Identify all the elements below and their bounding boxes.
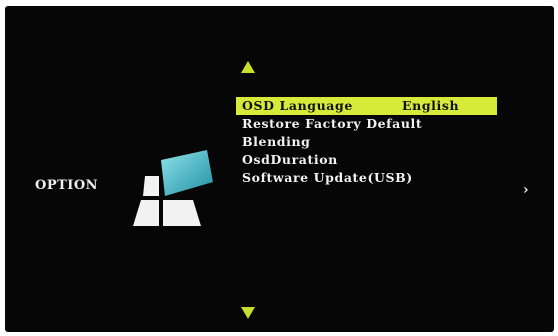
- triangle-down-icon[interactable]: [240, 306, 256, 320]
- options-menu: OSD Language English Restore Factory Def…: [236, 97, 497, 187]
- menu-item-restore-factory-default[interactable]: Restore Factory Default: [236, 115, 497, 133]
- menu-item-label: Software Update(USB): [242, 170, 413, 185]
- menu-item-blending[interactable]: Blending: [236, 133, 497, 151]
- osd-screen: OPTION OSD Language English Restore Fact…: [5, 6, 554, 332]
- menu-item-osd-language[interactable]: OSD Language English: [236, 97, 497, 115]
- menu-item-osd-duration[interactable]: OsdDuration: [236, 151, 497, 169]
- option-cube-icon: [133, 150, 213, 226]
- menu-item-label: Blending: [242, 134, 311, 149]
- menu-item-label: Restore Factory Default: [242, 116, 423, 131]
- menu-item-label: OSD Language: [242, 98, 353, 113]
- menu-item-label: OsdDuration: [242, 152, 338, 167]
- page-title: OPTION: [35, 178, 99, 193]
- osd-language-value: English: [402, 98, 460, 113]
- chevron-right-icon[interactable]: ›: [523, 182, 529, 198]
- triangle-up-icon[interactable]: [240, 60, 256, 74]
- menu-item-software-update-usb[interactable]: Software Update(USB): [236, 169, 497, 187]
